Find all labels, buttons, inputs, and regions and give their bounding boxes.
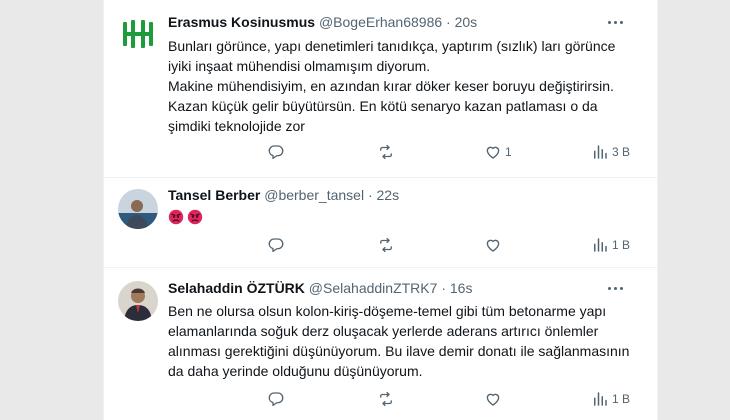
heart-icon (484, 236, 502, 254)
angry-face-emoji (168, 209, 184, 225)
tweet-text-line: iyiki inşaat mühendisi olmamışım diyorum… (168, 58, 431, 74)
retweet-button[interactable] (377, 388, 395, 410)
like-button[interactable] (484, 234, 502, 256)
bar-chart-icon (591, 236, 609, 254)
author-handle[interactable]: @SelahaddinZTRK7 (309, 280, 438, 296)
tweet-text-line: Kazan küçük gelir büyütürsün. En kötü se… (168, 98, 598, 114)
green-logo-avatar[interactable] (118, 14, 158, 54)
reply-icon (267, 236, 285, 254)
author-handle[interactable]: @berber_tansel (264, 187, 364, 203)
heart-icon (484, 390, 502, 408)
view-count: 1 B (612, 238, 631, 252)
reply-button[interactable] (267, 141, 285, 163)
timestamp[interactable]: 22s (377, 187, 400, 203)
tweet-header: Erasmus Kosinusmus @BogeErhan68986 · 20s (168, 12, 643, 32)
retweet-icon (377, 143, 395, 161)
view-count: 1 B (612, 392, 631, 406)
separator-dot: · (446, 14, 451, 30)
tweet-card[interactable]: Erasmus Kosinusmus @BogeErhan68986 · 20s… (104, 0, 657, 178)
like-button[interactable] (484, 388, 502, 410)
bar-chart-icon (591, 390, 609, 408)
tweet-text-line: Bunları görünce, yapı denetimleri tanıdı… (168, 38, 616, 54)
photo-avatar[interactable] (118, 189, 158, 229)
tweet-text-line: Ben ne olursa olsun kolon-kiriş-döşeme-t… (168, 303, 607, 319)
heart-icon (484, 143, 502, 161)
more-options-icon[interactable] (605, 12, 627, 32)
timestamp[interactable]: 20s (455, 14, 478, 30)
like-button[interactable]: 1 (484, 141, 512, 163)
angry-face-emoji (187, 209, 203, 225)
tweet-header: Selahaddin ÖZTÜRK @SelahaddinZTRK7 · 16s (168, 278, 643, 298)
retweet-button[interactable] (377, 234, 395, 256)
reply-icon (267, 390, 285, 408)
author-name[interactable]: Erasmus Kosinusmus (168, 14, 315, 30)
view-count: 3 B (612, 145, 631, 159)
tweet-actions: 1 B (162, 388, 642, 410)
views-button[interactable]: 1 B (591, 234, 630, 256)
reply-button[interactable] (267, 234, 285, 256)
like-count: 1 (505, 145, 512, 159)
timeline: Erasmus Kosinusmus @BogeErhan68986 · 20s… (103, 0, 658, 420)
tweet-card[interactable]: Selahaddin ÖZTÜRK @SelahaddinZTRK7 · 16s… (104, 267, 657, 420)
tweet-text-line: da daha yerinde olduğunu düşünüyorum. (168, 363, 423, 379)
tweet-text: Ben ne olursa olsun kolon-kiriş-döşeme-t… (168, 301, 638, 381)
tweet-actions: 1 3 B (162, 141, 642, 163)
tweet-text-line: şimdiki teknolojide zor (168, 118, 305, 134)
views-button[interactable]: 3 B (591, 141, 630, 163)
author-handle[interactable]: @BogeErhan68986 (319, 14, 442, 30)
separator-dot: · (441, 280, 446, 296)
timestamp[interactable]: 16s (450, 280, 473, 296)
tweet-text-line: Makine mühendisiyim, en azından kırar dö… (168, 78, 614, 94)
reply-button[interactable] (267, 388, 285, 410)
retweet-icon (377, 390, 395, 408)
tweet-header: Tansel Berber @berber_tansel · 22s (168, 185, 643, 205)
more-options-icon[interactable] (605, 278, 627, 298)
tweet-card[interactable]: Tansel Berber @berber_tansel · 22s 1 B (104, 177, 657, 268)
tweet-text: Bunları görünce, yapı denetimleri tanıdı… (168, 36, 638, 136)
retweet-icon (377, 236, 395, 254)
separator-dot: · (367, 187, 373, 203)
author-name[interactable]: Selahaddin ÖZTÜRK (168, 280, 305, 296)
reply-icon (267, 143, 285, 161)
photo-avatar[interactable] (118, 281, 158, 321)
tweet-text-line: elamanlarında soğuk derz oluşacak yerler… (168, 323, 599, 339)
tweet-text (168, 206, 638, 226)
bar-chart-icon (591, 143, 609, 161)
retweet-button[interactable] (377, 141, 395, 163)
author-name[interactable]: Tansel Berber (168, 187, 260, 203)
tweet-actions: 1 B (162, 234, 642, 256)
tweet-text-line: alınması gerektiğini düşünüyorum. Bu ila… (168, 343, 630, 359)
views-button[interactable]: 1 B (591, 388, 630, 410)
